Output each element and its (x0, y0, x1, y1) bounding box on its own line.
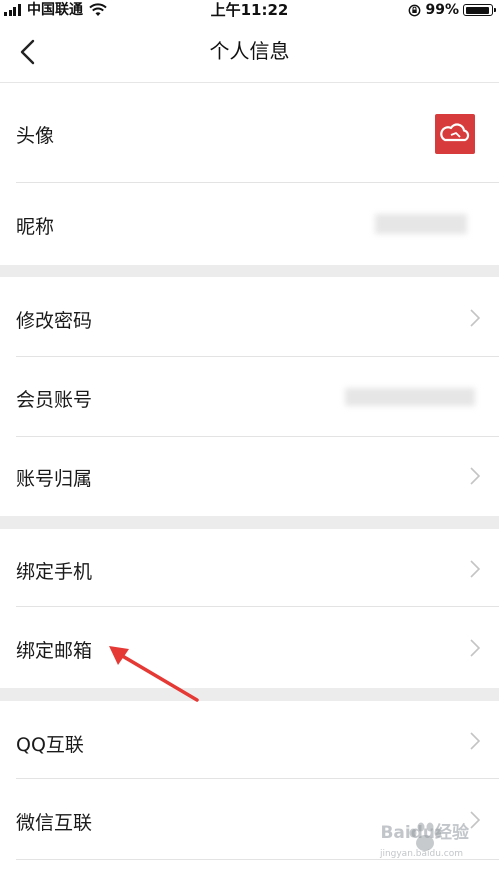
cloud-logo-icon (440, 123, 470, 142)
nickname-value-blurred (375, 214, 467, 234)
chevron-right-icon (469, 638, 481, 658)
orientation-lock-icon (409, 4, 421, 16)
row-bind-phone-label: 绑定手机 (16, 561, 93, 583)
row-member-account-label: 会员账号 (16, 389, 93, 411)
chevron-right-icon (469, 559, 481, 579)
row-bind-email[interactable]: 绑定邮箱 (0, 608, 499, 688)
watermark-url: jingyan.baidu.com (379, 849, 463, 859)
section-separator (0, 265, 499, 277)
row-wechat-connect-label: 微信互联 (16, 812, 93, 834)
chevron-right-icon (469, 466, 481, 486)
row-avatar-label: 头像 (16, 125, 55, 147)
row-account-belong-label: 账号归属 (16, 468, 93, 490)
divider (16, 606, 499, 607)
chevron-right-icon (469, 308, 481, 328)
avatar (435, 114, 475, 154)
section-separator (0, 688, 499, 701)
battery-icon (463, 4, 496, 16)
member-account-value-blurred (345, 388, 475, 406)
row-member-account[interactable]: 会员账号 (0, 358, 499, 437)
row-change-password-label: 修改密码 (16, 310, 93, 332)
row-change-password[interactable]: 修改密码 (0, 277, 499, 357)
nav-bar: 个人信息 (0, 20, 499, 83)
divider (16, 778, 499, 779)
row-account-belong[interactable]: 账号归属 (0, 438, 499, 516)
watermark-brand: Baidu经验 (380, 823, 469, 843)
row-nickname[interactable]: 昵称 (0, 184, 499, 265)
page-title: 个人信息 (209, 39, 290, 63)
annotation-arrow-icon (109, 646, 199, 702)
divider (16, 436, 499, 437)
row-qq-connect[interactable]: QQ互联 (0, 701, 499, 779)
status-right: 99% (408, 0, 496, 20)
divider (16, 182, 499, 183)
status-bar: 中国联通 上午11:22 99% (0, 0, 499, 20)
row-bind-email-label: 绑定邮箱 (16, 640, 93, 662)
row-nickname-label: 昵称 (16, 216, 55, 238)
section-separator (0, 516, 499, 529)
divider (16, 356, 499, 357)
row-bind-phone[interactable]: 绑定手机 (0, 529, 499, 607)
row-qq-connect-label: QQ互联 (16, 734, 84, 756)
chevron-right-icon (469, 731, 481, 751)
battery-percent: 99% (425, 2, 459, 18)
row-avatar[interactable]: 头像 (0, 83, 499, 183)
battery-fill (465, 6, 490, 14)
